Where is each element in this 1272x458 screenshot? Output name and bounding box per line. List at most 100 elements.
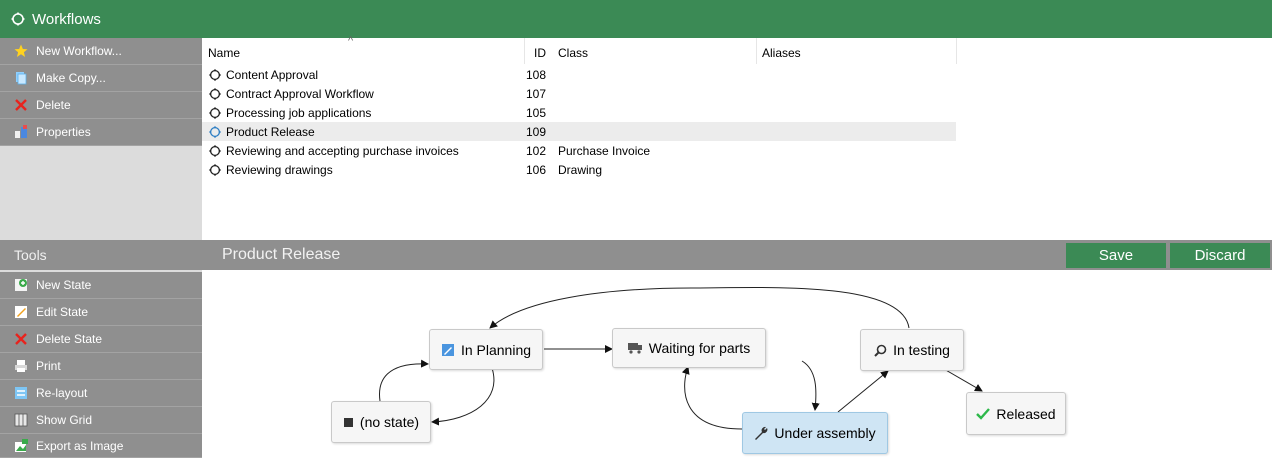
window-title: Workflows xyxy=(32,10,101,28)
checkmark-icon xyxy=(976,407,991,420)
state-label: In Planning xyxy=(460,341,532,358)
show-grid-button[interactable]: Show Grid xyxy=(0,407,202,434)
row-name: Content Approval xyxy=(226,67,319,82)
make-copy-label: Make Copy... xyxy=(36,71,106,85)
export-image-button[interactable]: Export as Image xyxy=(0,434,202,458)
edit-state-label: Edit State xyxy=(36,305,89,319)
state-label: Waiting for parts xyxy=(648,340,751,356)
properties-label: Properties xyxy=(36,125,91,139)
relayout-button[interactable]: Re-layout xyxy=(0,380,202,407)
table-row[interactable]: Content Approval 108 xyxy=(202,65,956,84)
state-label: In testing xyxy=(893,342,950,358)
row-id: 106 xyxy=(525,162,546,177)
workflow-icon xyxy=(208,163,222,176)
state-node-under-assembly[interactable]: Under assembly xyxy=(742,412,888,454)
show-grid-label: Show Grid xyxy=(36,413,93,427)
delete-state-label: Delete State xyxy=(36,332,103,346)
discard-button[interactable]: Discard xyxy=(1170,243,1270,268)
row-name: Contract Approval Workflow xyxy=(226,86,374,101)
relayout-label: Re-layout xyxy=(36,386,88,400)
table-row[interactable]: Reviewing drawings 106 Drawing xyxy=(202,160,956,179)
transition-arrow xyxy=(943,368,983,392)
delete-state-button[interactable]: Delete State xyxy=(0,326,202,353)
workflow-icon xyxy=(11,12,25,26)
new-workflow-label: New Workflow... xyxy=(36,44,122,58)
row-name: Processing job applications xyxy=(226,105,372,120)
grid-icon xyxy=(14,413,28,427)
delete-workflow-label: Delete xyxy=(36,98,71,112)
delete-x-icon xyxy=(14,332,28,346)
truck-icon xyxy=(627,342,643,354)
workflow-diagram-canvas[interactable]: (no state) In Planning Waiting for parts… xyxy=(202,270,1272,458)
state-node-waiting-for-parts[interactable]: Waiting for parts xyxy=(612,328,766,368)
editor-title: Product Release xyxy=(222,246,341,263)
row-id: 107 xyxy=(525,86,546,101)
edit-state-button[interactable]: Edit State xyxy=(0,299,202,326)
workflow-icon xyxy=(208,106,222,119)
tools-header: Tools xyxy=(0,240,202,270)
new-state-icon xyxy=(14,278,28,292)
title-bar: Workflows xyxy=(0,0,1272,38)
state-node-in-planning[interactable]: In Planning xyxy=(429,329,543,370)
export-image-label: Export as Image xyxy=(36,438,124,453)
workflow-icon xyxy=(208,144,222,157)
state-label: (no state) xyxy=(359,414,420,430)
state-label: Under assembly xyxy=(774,425,876,441)
row-name: Reviewing and accepting purchase invoice… xyxy=(226,143,459,158)
printer-icon xyxy=(14,359,28,373)
star-icon xyxy=(14,44,28,58)
column-header-aliases[interactable]: Aliases xyxy=(762,38,952,64)
wrench-icon xyxy=(754,426,768,440)
workflow-list: Name ^ ID Class Aliases Content Approval… xyxy=(202,35,1272,238)
column-separator[interactable] xyxy=(956,38,957,64)
properties-icon xyxy=(14,125,28,139)
square-icon xyxy=(343,417,354,428)
transition-arrow xyxy=(837,370,889,413)
workflow-icon xyxy=(208,68,222,81)
row-id: 102 xyxy=(525,143,546,158)
transition-arrow xyxy=(681,366,743,430)
transition-arrow xyxy=(431,367,495,426)
workflow-icon xyxy=(208,125,222,138)
properties-button[interactable]: Properties xyxy=(0,119,202,146)
print-label: Print xyxy=(36,359,61,373)
row-class: Drawing xyxy=(558,162,603,177)
new-workflow-button[interactable]: New Workflow... xyxy=(0,38,202,65)
column-header-id[interactable]: ID xyxy=(524,38,546,64)
row-name: Product Release xyxy=(226,124,315,139)
save-button[interactable]: Save xyxy=(1066,243,1166,268)
state-node-released[interactable]: Released xyxy=(966,392,1066,435)
table-row[interactable]: Processing job applications 105 xyxy=(202,103,956,122)
edit-state-icon xyxy=(14,305,28,319)
pencil-icon xyxy=(441,343,455,357)
copy-icon xyxy=(14,71,28,85)
row-id: 109 xyxy=(525,124,546,139)
transition-arrow xyxy=(379,359,429,402)
state-label: Released xyxy=(996,405,1056,422)
make-copy-button[interactable]: Make Copy... xyxy=(0,65,202,92)
transition-arrow xyxy=(801,360,820,411)
new-state-button[interactable]: New State xyxy=(0,272,202,299)
transition-arrow xyxy=(489,287,910,329)
delete-workflow-button[interactable]: Delete xyxy=(0,92,202,119)
table-row[interactable]: Reviewing and accepting purchase invoice… xyxy=(202,141,956,160)
magnifier-icon xyxy=(874,344,887,357)
export-image-icon xyxy=(14,438,28,453)
row-id: 105 xyxy=(525,105,546,120)
table-row-selected[interactable]: Product Release 109 xyxy=(202,122,956,141)
table-row[interactable]: Contract Approval Workflow 107 xyxy=(202,84,956,103)
relayout-icon xyxy=(14,386,28,400)
state-node-in-testing[interactable]: In testing xyxy=(860,329,964,371)
state-node-no-state[interactable]: (no state) xyxy=(331,401,431,443)
new-state-label: New State xyxy=(36,278,92,292)
print-button[interactable]: Print xyxy=(0,353,202,380)
workflow-icon xyxy=(208,87,222,100)
row-id: 108 xyxy=(525,67,546,82)
delete-x-icon xyxy=(14,98,28,112)
column-separator[interactable] xyxy=(756,38,757,64)
row-name: Reviewing drawings xyxy=(226,162,333,177)
column-header-class[interactable]: Class xyxy=(558,38,758,64)
column-header-name[interactable]: Name xyxy=(208,38,538,64)
row-class: Purchase Invoice xyxy=(558,143,651,158)
sort-ascending-icon: ^ xyxy=(348,35,354,47)
